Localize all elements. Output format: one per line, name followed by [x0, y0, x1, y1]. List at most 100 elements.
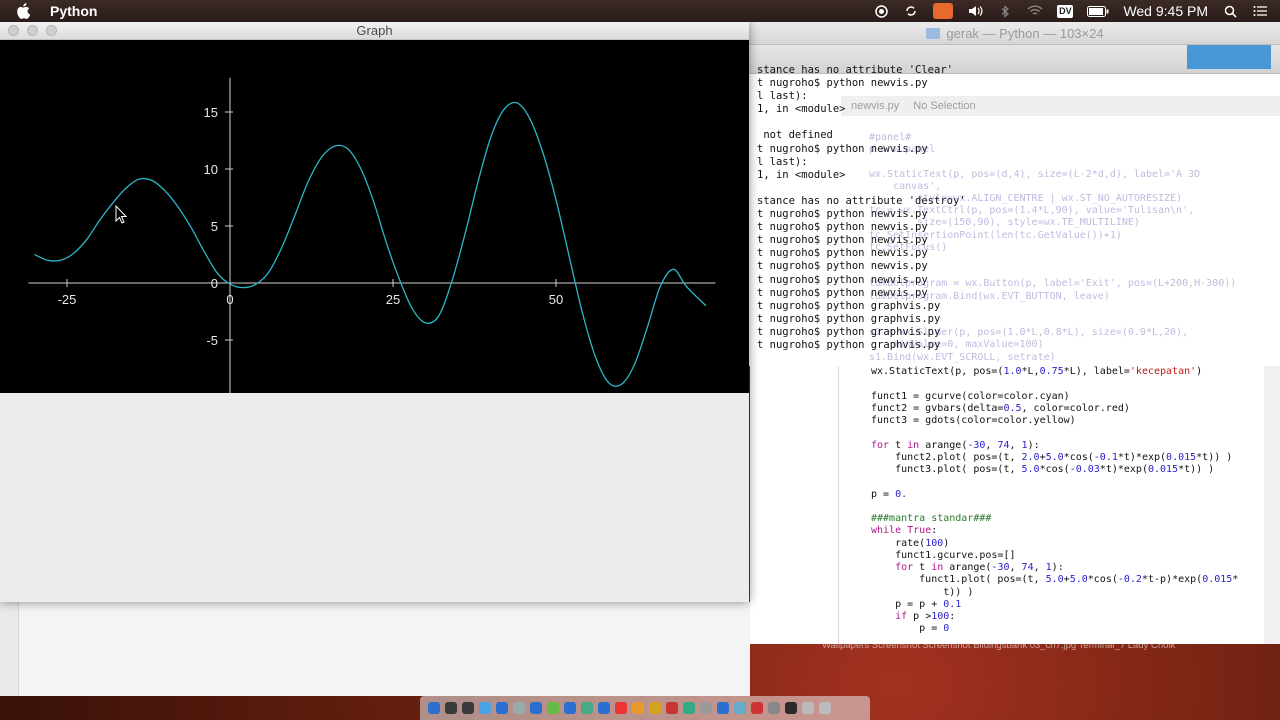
x-tick-label: 0 [226, 292, 233, 307]
code-line: funct1.gcurve.pos=[] [871, 549, 1016, 561]
dock-app-icon[interactable] [683, 702, 695, 714]
dock-app-icon[interactable] [479, 702, 491, 714]
graph-window-title: Graph [356, 23, 393, 38]
dock-app-icon[interactable] [785, 702, 797, 714]
terminal-line: t nugroho$ python newvis.py [757, 286, 928, 299]
series-line-0 [34, 101, 707, 387]
terminal-line: t nugroho$ python newvis.py [757, 273, 928, 286]
y-tick-label: 10 [204, 162, 218, 177]
dock-app-icon[interactable] [666, 702, 678, 714]
background-window-edge [0, 602, 18, 696]
dock-app-icon[interactable] [513, 702, 525, 714]
graph-window-empty-area [0, 393, 749, 602]
dock-app-icon[interactable] [717, 702, 729, 714]
code-line: funct2.plot( pos=(t, 2.0+5.0*cos(-0.1*t)… [871, 451, 1233, 463]
dv-icon[interactable]: DV [1057, 4, 1074, 18]
background-window [18, 602, 750, 696]
dock-app-icon[interactable] [581, 702, 593, 714]
dock-app-icon[interactable] [547, 702, 559, 714]
editor-scrollbar[interactable] [1264, 366, 1280, 644]
editor-code[interactable]: wx.StaticText(p, pos=(1.0*L,0.75*L), lab… [871, 366, 1271, 636]
terminal-line: t nugroho$ python graphvis.py [757, 299, 941, 312]
y-tick-label: -5 [206, 333, 218, 348]
dock-app-icon[interactable] [462, 702, 474, 714]
dock-app-icon[interactable] [802, 702, 814, 714]
terminal-line: t nugroho$ python newvis.py [757, 234, 928, 247]
dock-app-icon[interactable] [819, 702, 831, 714]
dock-app-icon[interactable] [530, 702, 542, 714]
terminal-window[interactable]: gerak — Python — 103×24 newvis.py No Sel… [748, 22, 1280, 366]
close-button[interactable] [8, 25, 19, 36]
dock-app-icon[interactable] [428, 702, 440, 714]
list-icon[interactable] [1252, 4, 1268, 18]
code-line: if p >100: [895, 611, 956, 622]
code-line: funct1.plot( pos=(t, 5.0+5.0*cos(-0.2*t-… [871, 574, 1239, 586]
graph-window[interactable]: Graph -2502550151050-5-10 [0, 22, 749, 602]
folder-icon [926, 27, 941, 39]
battery-icon[interactable] [1087, 4, 1109, 18]
x-tick-label: 50 [549, 292, 563, 307]
terminal-line: t nugroho$ python newvis.py [757, 221, 928, 234]
code-line: p = 0 [871, 623, 950, 635]
terminal-line: stance has no attribute 'Clear' [757, 64, 953, 76]
menu-clock[interactable]: Wed 9:45 PM [1123, 3, 1208, 19]
wifi-icon[interactable] [1027, 4, 1043, 18]
terminal-line: t nugroho$ python graphvis.py [757, 312, 941, 325]
bluetooth-icon[interactable] [997, 4, 1013, 18]
dock-app-icon[interactable] [496, 702, 508, 714]
code-line: for t in arange(-30, 74, 1): [895, 562, 1064, 573]
terminal-line: t nugroho$ python newvis.py [757, 77, 928, 90]
record-icon[interactable] [873, 4, 889, 18]
sync-icon[interactable] [903, 4, 919, 18]
terminal-line: l last): [757, 90, 808, 103]
terminal-title: gerak — Python — 103×24 [946, 25, 1104, 41]
ghost-code-line: s1.Bind(wx.EVT_SCROLL, setrate) [869, 351, 1056, 363]
graph-titlebar[interactable]: Graph [0, 22, 749, 40]
code-line: funct3.plot( pos=(t, 5.0*cos(-0.03*t)*ex… [871, 464, 1215, 475]
minimize-button[interactable] [27, 25, 38, 36]
menu-bar: Python DV Wed 9:45 PM [0, 0, 1280, 22]
dock-app-icon[interactable] [768, 702, 780, 714]
dock-app-icon[interactable] [734, 702, 746, 714]
dock-app-icon[interactable] [445, 702, 457, 714]
dock-app-icon[interactable] [700, 702, 712, 714]
y-tick-label: 15 [204, 105, 218, 120]
dock-app-icon[interactable] [751, 702, 763, 714]
terminal-line: l last): [757, 155, 808, 168]
code-line: t)) ) [871, 586, 974, 598]
dock-app-icon[interactable] [564, 702, 576, 714]
editor-gutter [838, 366, 839, 644]
x-tick-label: 25 [386, 292, 400, 307]
search-icon[interactable] [1222, 4, 1238, 18]
terminal-titlebar[interactable]: gerak — Python — 103×24 [749, 22, 1280, 45]
x-tick-label: -25 [58, 292, 77, 307]
desktop-file-labels: Wallpapers Screenshot Screenshot Bilding… [822, 640, 1176, 651]
terminal-output[interactable]: stance has no attribute 'Clear' t nugroho… [757, 64, 1277, 352]
graph-canvas[interactable]: -2502550151050-5-10 [0, 40, 749, 405]
dock [420, 696, 870, 720]
app-icon[interactable] [933, 3, 954, 19]
status-icons: DV Wed 9:45 PM [873, 3, 1280, 19]
code-line: while True: [871, 525, 938, 537]
code-line: rate(100) [871, 537, 950, 549]
dock-app-icon[interactable] [649, 702, 661, 714]
app-menu-python[interactable]: Python [50, 3, 97, 19]
dock-app-icon[interactable] [615, 702, 627, 714]
code-line: for t in arange(-30, 74, 1): [871, 439, 1040, 451]
zoom-button[interactable] [46, 25, 57, 36]
y-tick-label: 5 [211, 219, 218, 234]
code-line: funct2 = gvbars(delta=0.5, color=color.r… [871, 402, 1130, 414]
apple-icon[interactable] [16, 3, 36, 19]
code-line: p = p + 0.1 [871, 598, 962, 610]
dock-app-icon[interactable] [598, 702, 610, 714]
plot-svg[interactable]: -2502550151050-5-10 [0, 40, 749, 405]
dock-app-icon[interactable] [632, 702, 644, 714]
volume-icon[interactable] [967, 4, 983, 18]
code-editor[interactable]: wx.StaticText(p, pos=(1.0*L,0.75*L), lab… [750, 366, 1280, 644]
